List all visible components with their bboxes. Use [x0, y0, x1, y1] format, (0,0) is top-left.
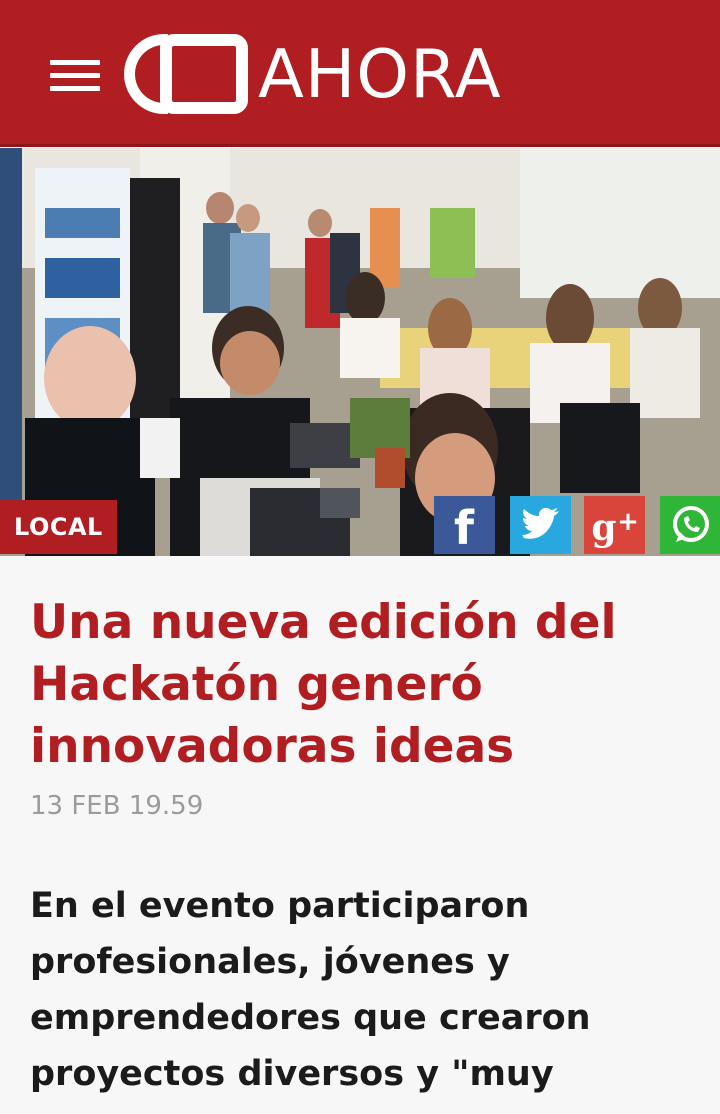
svg-text:g: g	[591, 507, 616, 549]
facebook-share-button[interactable]: f	[434, 496, 495, 554]
hamburger-menu-icon[interactable]	[50, 60, 100, 94]
section-badge-local[interactable]: LOCAL	[0, 500, 117, 554]
ahora-logo[interactable]: AHORA	[124, 32, 544, 116]
article-date: 13 FEB 19.59	[30, 791, 204, 821]
logo-wordmark: AHORA	[258, 35, 502, 113]
whatsapp-share-button[interactable]	[660, 496, 720, 554]
hero-image[interactable]: LOCAL f g +	[0, 148, 720, 556]
hackathon-photo	[0, 148, 720, 556]
google-plus-icon: g +	[591, 507, 639, 549]
twitter-share-button[interactable]	[510, 496, 571, 554]
google-plus-share-button[interactable]: g +	[584, 496, 645, 554]
whatsapp-icon	[673, 506, 709, 542]
logo-mark	[124, 32, 248, 116]
twitter-icon	[522, 507, 559, 539]
svg-text:+: +	[617, 507, 639, 537]
facebook-icon: f	[454, 501, 475, 554]
article: Una nueva edición del Hackatón generó in…	[30, 592, 690, 1102]
article-lead: En el evento participaron profesionales,…	[30, 886, 591, 1094]
article-title[interactable]: Una nueva edición del Hackatón generó in…	[30, 592, 690, 778]
top-header: AHORA	[0, 0, 720, 147]
svg-text:f: f	[454, 501, 475, 554]
